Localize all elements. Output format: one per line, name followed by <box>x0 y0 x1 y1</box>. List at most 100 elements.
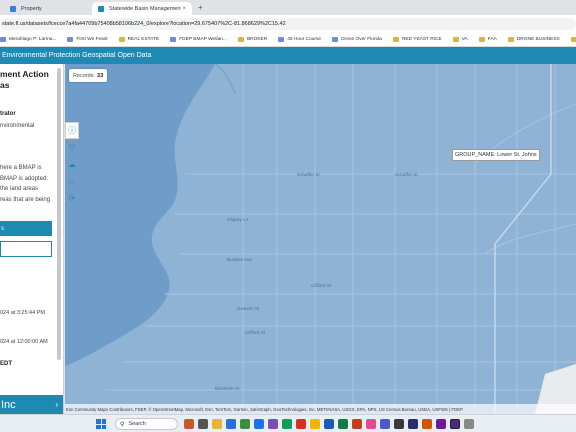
teams-icon[interactable] <box>380 419 390 429</box>
bookmark-label: FDEP BMAP Wetlan... <box>179 36 227 42</box>
edge-icon[interactable] <box>226 419 236 429</box>
description-line: here a BMAP is <box>0 165 42 171</box>
bookmark-label: DRONE BUSINESS <box>516 36 560 42</box>
app-icon[interactable] <box>296 419 306 429</box>
primary-action-button[interactable]: s <box>0 221 52 236</box>
task-view-icon[interactable] <box>198 419 208 429</box>
bookmark-icon <box>278 36 285 42</box>
street-label: Osprey Ln <box>227 217 249 222</box>
app-icon[interactable] <box>436 419 446 429</box>
app-icon[interactable] <box>268 419 278 429</box>
powerpoint-icon[interactable] <box>352 419 362 429</box>
dataset-title: ment Action as <box>0 69 49 91</box>
bookmark-item[interactable]: Drone Over Florida <box>332 36 382 42</box>
store-icon[interactable] <box>240 419 250 429</box>
lake-area <box>65 64 215 366</box>
windows-taskbar: ⚲ Search <box>0 414 576 432</box>
filter-icon[interactable]: ▽ <box>65 139 79 156</box>
browser-tab-bar: Property Statewide Basin Management... ×… <box>0 0 576 15</box>
folder-icon <box>237 36 244 42</box>
star-icon[interactable]: ☆ <box>65 173 79 190</box>
info-panel: ment Action as trator nvironmental here … <box>0 64 64 414</box>
app-icon[interactable] <box>450 419 460 429</box>
folder-icon <box>507 36 514 42</box>
description-line: BMAP is adopted. <box>0 175 48 182</box>
bookmark-item[interactable]: FDEP BMAP Wetlan... <box>170 36 227 42</box>
bookmark-item[interactable]: VA <box>452 36 468 42</box>
folder-icon <box>452 36 459 42</box>
chrome-icon[interactable] <box>310 419 320 429</box>
feature-tooltip: GROUP_NAME: Lower St. Johns <box>452 149 540 161</box>
app-icon[interactable] <box>366 419 376 429</box>
bookmark-item[interactable]: RED YEAST RICE <box>392 36 442 42</box>
bookmark-label: RED YEAST RICE <box>401 36 442 42</box>
bookmark-item[interactable]: Firearms <box>570 36 576 42</box>
bookmark-icon <box>0 36 6 42</box>
url-field[interactable]: state.fl.us/datasets/fcecce7a4fa44709b75… <box>0 17 576 30</box>
tab-label: Statewide Basin Management... <box>109 5 181 12</box>
word-icon[interactable] <box>324 419 334 429</box>
description-line: the land areas <box>0 186 39 192</box>
excel-icon[interactable] <box>338 419 348 429</box>
street-label: Elizabeth St <box>215 386 240 391</box>
tab-favicon-icon <box>10 5 16 12</box>
app-icon[interactable] <box>422 419 432 429</box>
cloud-download-icon[interactable]: ☁ <box>65 156 79 173</box>
bookmark-label: Merahlago P: Larma... <box>9 36 57 42</box>
panel-scrollbar[interactable] <box>57 68 61 360</box>
refresh-icon[interactable]: ⟳ <box>65 190 79 207</box>
folder-icon <box>392 36 399 42</box>
mail-icon[interactable] <box>254 419 264 429</box>
bookmark-icon <box>332 36 339 42</box>
data-updated-date: 024 at 12:00:00 AM <box>0 339 48 345</box>
new-tab-icon[interactable]: + <box>198 3 203 12</box>
info-icon[interactable]: ⓘ <box>65 122 79 139</box>
bookmark-item[interactable]: FAA <box>478 36 497 42</box>
bookmark-item[interactable]: BROKER <box>237 36 268 42</box>
street-label: Schaffer St <box>395 172 418 177</box>
tab-statewide-basin[interactable]: Statewide Basin Management... × <box>92 2 192 15</box>
panel-footer[interactable]: Inc › <box>0 395 63 414</box>
tab-label: Property <box>21 5 42 12</box>
app-icon[interactable] <box>282 419 292 429</box>
records-label: Records: <box>73 72 96 79</box>
publisher-org: nvironmental <box>0 122 34 131</box>
map-view[interactable]: Schaffer St Schaffer St Osprey Ln Buckle… <box>65 64 576 414</box>
windows-start-icon[interactable] <box>96 419 106 429</box>
app-icon[interactable] <box>394 419 404 429</box>
app-header: Environmental Protection Geospatial Open… <box>0 47 576 64</box>
map-toolbar: ⓘ ▽ ☁ ☆ ⟳ <box>65 122 79 207</box>
bookmark-icon <box>170 36 177 42</box>
chevron-right-icon[interactable]: › <box>55 400 58 409</box>
bookmark-item[interactable]: DRONE BUSINESS <box>507 36 560 42</box>
bookmark-label: REAL ESTATE <box>127 36 160 42</box>
records-count: 33 <box>97 72 104 79</box>
address-bar: state.fl.us/datasets/fcecce7a4fa44709b75… <box>0 15 576 32</box>
secondary-action-button[interactable] <box>0 241 52 257</box>
app-icon[interactable] <box>464 419 474 429</box>
close-tab-icon[interactable]: × <box>182 6 186 12</box>
map-attribution: Esri Community Maps Contributors, FDEP, … <box>65 404 576 414</box>
search-placeholder: Search <box>128 421 146 427</box>
folder-icon <box>570 36 576 42</box>
bookmark-item[interactable]: 45 Hour Course <box>278 36 322 42</box>
bookmark-item[interactable]: REAL ESTATE <box>118 36 160 42</box>
timezone-label: EDT <box>0 361 12 367</box>
bookmark-item[interactable]: First We Feast <box>67 36 108 42</box>
dataset-title-line: ment Action <box>0 69 49 79</box>
bookmark-label: BROKER <box>246 36 268 42</box>
bookmark-label: 45 Hour Course <box>287 36 322 42</box>
bookmark-label: FAA <box>487 36 497 42</box>
bookmark-item[interactable]: Merahlago P: Larma... <box>0 36 57 42</box>
taskbar-search[interactable]: ⚲ Search <box>115 418 178 430</box>
bookmark-label: First We Feast <box>76 36 108 42</box>
app-icon[interactable] <box>184 419 194 429</box>
app-icon[interactable] <box>408 419 418 429</box>
info-updated-date: 024 at 3:25:44 PM <box>0 310 45 316</box>
folder-icon <box>118 36 125 42</box>
file-explorer-icon[interactable] <box>212 419 222 429</box>
tab-property[interactable]: Property <box>4 2 86 15</box>
records-count-badge: Records: 33 <box>69 69 108 82</box>
footer-text: Inc <box>1 398 16 411</box>
dataset-title-line: as <box>0 80 10 90</box>
